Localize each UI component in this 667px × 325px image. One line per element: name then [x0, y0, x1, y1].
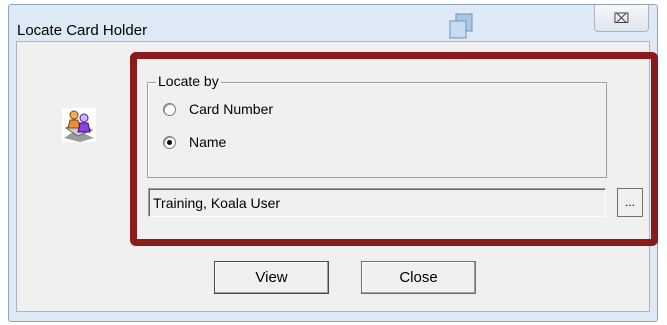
dialog-window: Locate Card Holder ⌧ Locate by Card Numb… [8, 4, 658, 322]
browse-button[interactable]: ... [617, 188, 643, 217]
card-holder-icon [62, 108, 96, 147]
name-radio-button[interactable] [163, 135, 176, 149]
dialog-client-area: Locate by Card Number Name ... View Clos… [16, 41, 650, 312]
card-holder-name-field[interactable] [148, 188, 606, 217]
radio-card-number[interactable]: Card Number [163, 101, 273, 117]
locate-by-label: Locate by [156, 73, 221, 89]
close-button[interactable]: Close [361, 261, 476, 294]
locate-by-groupbox: Locate by Card Number Name [147, 73, 607, 178]
card-number-label: Card Number [189, 101, 274, 117]
window-title: Locate Card Holder [17, 22, 148, 39]
name-label: Name [189, 134, 227, 150]
close-icon: ⌧ [613, 9, 630, 26]
view-button[interactable]: View [214, 261, 329, 294]
card-number-radio-button[interactable] [163, 102, 176, 116]
radio-name[interactable]: Name [163, 134, 226, 150]
window-close-button[interactable]: ⌧ [594, 5, 649, 32]
